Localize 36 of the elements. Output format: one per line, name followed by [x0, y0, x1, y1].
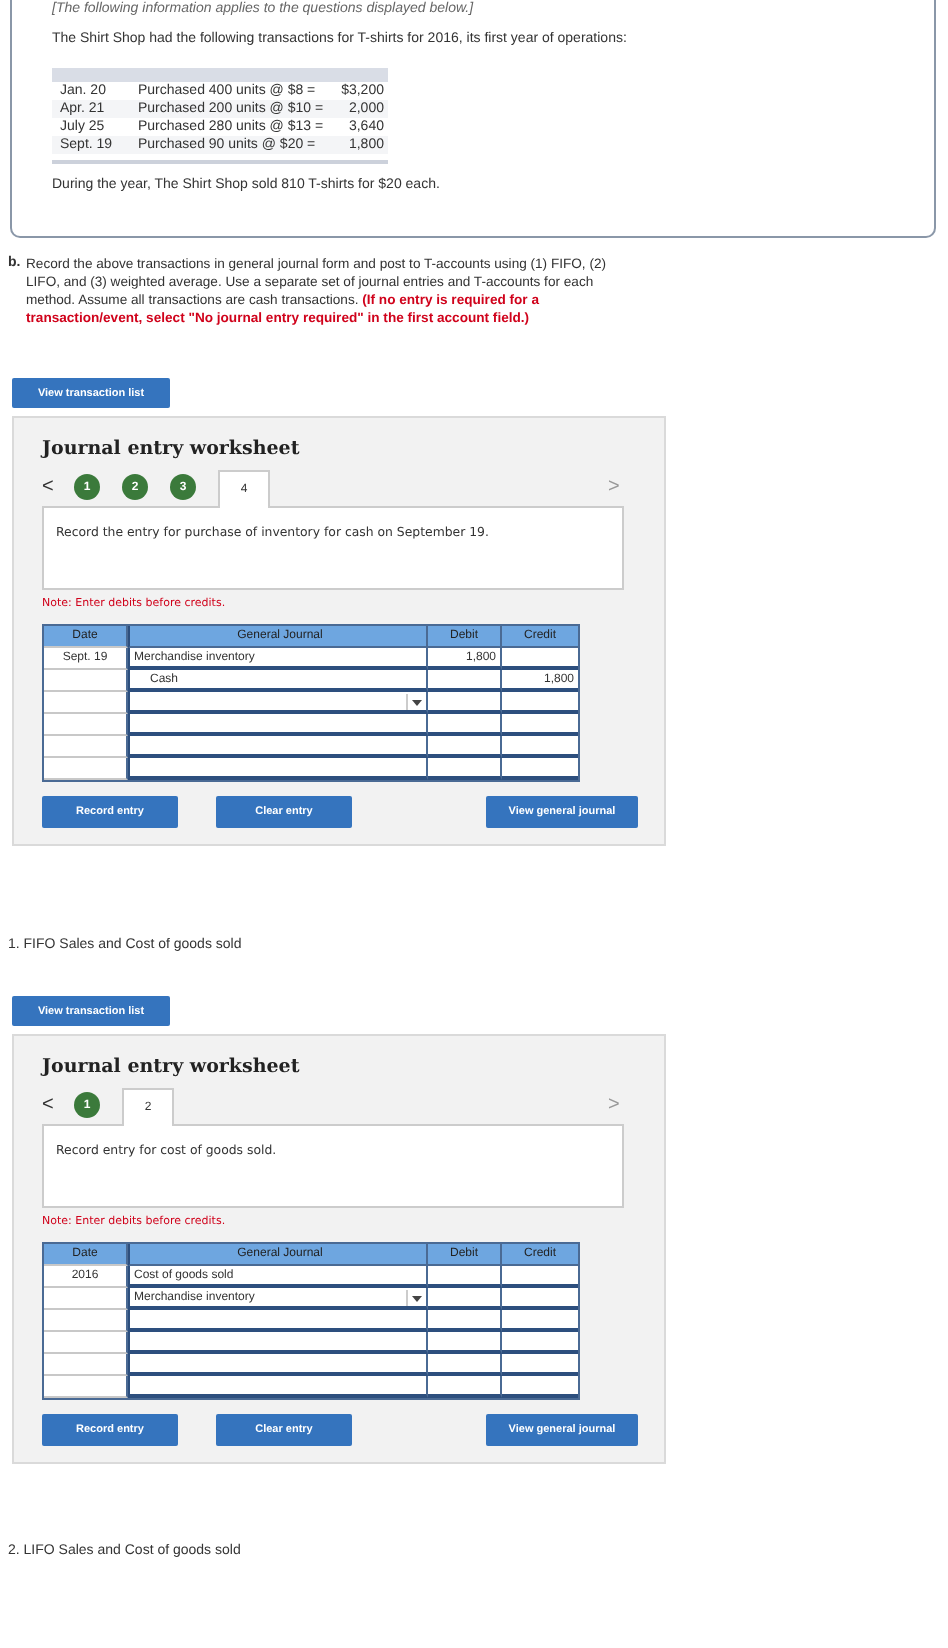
debit-field[interactable] — [428, 1310, 502, 1332]
credit-field[interactable] — [502, 1332, 578, 1354]
debit-field[interactable] — [428, 1288, 502, 1310]
credit-field[interactable] — [502, 648, 578, 670]
worksheet-title: Journal entry worksheet — [42, 1056, 302, 1078]
credit-field[interactable] — [502, 1354, 578, 1376]
account-field[interactable] — [128, 1376, 428, 1398]
dropdown-icon[interactable] — [406, 694, 424, 710]
debit-field[interactable] — [428, 1266, 502, 1288]
debit-field[interactable] — [428, 1354, 502, 1376]
credit-field[interactable] — [502, 758, 578, 780]
account-field[interactable] — [128, 736, 428, 758]
previous-arrow[interactable]: < — [42, 476, 74, 506]
dropdown-icon[interactable] — [406, 1290, 424, 1306]
credit-field[interactable] — [502, 1310, 578, 1332]
credit-field[interactable] — [502, 714, 578, 736]
credit-field[interactable] — [502, 1288, 578, 1310]
account-field[interactable] — [128, 1354, 428, 1376]
credit-field[interactable] — [502, 1266, 578, 1288]
debit-field[interactable] — [428, 670, 502, 692]
account-field[interactable] — [128, 714, 428, 736]
account-field[interactable] — [128, 1332, 428, 1354]
debit-field[interactable] — [428, 1332, 502, 1354]
account-field[interactable] — [128, 1310, 428, 1332]
account-field[interactable] — [128, 758, 428, 780]
previous-arrow[interactable]: < — [42, 1094, 74, 1124]
account-field[interactable] — [128, 692, 428, 714]
debit-field[interactable] — [428, 714, 502, 736]
credit-field[interactable] — [502, 1376, 578, 1398]
debit-field[interactable] — [428, 1376, 502, 1398]
debit-field[interactable] — [428, 692, 502, 714]
debit-field[interactable] — [428, 736, 502, 758]
debit-field[interactable] — [428, 758, 502, 780]
credit-field[interactable] — [502, 736, 578, 758]
credit-field[interactable] — [502, 692, 578, 714]
worksheet-title: Journal entry worksheet — [42, 438, 302, 460]
